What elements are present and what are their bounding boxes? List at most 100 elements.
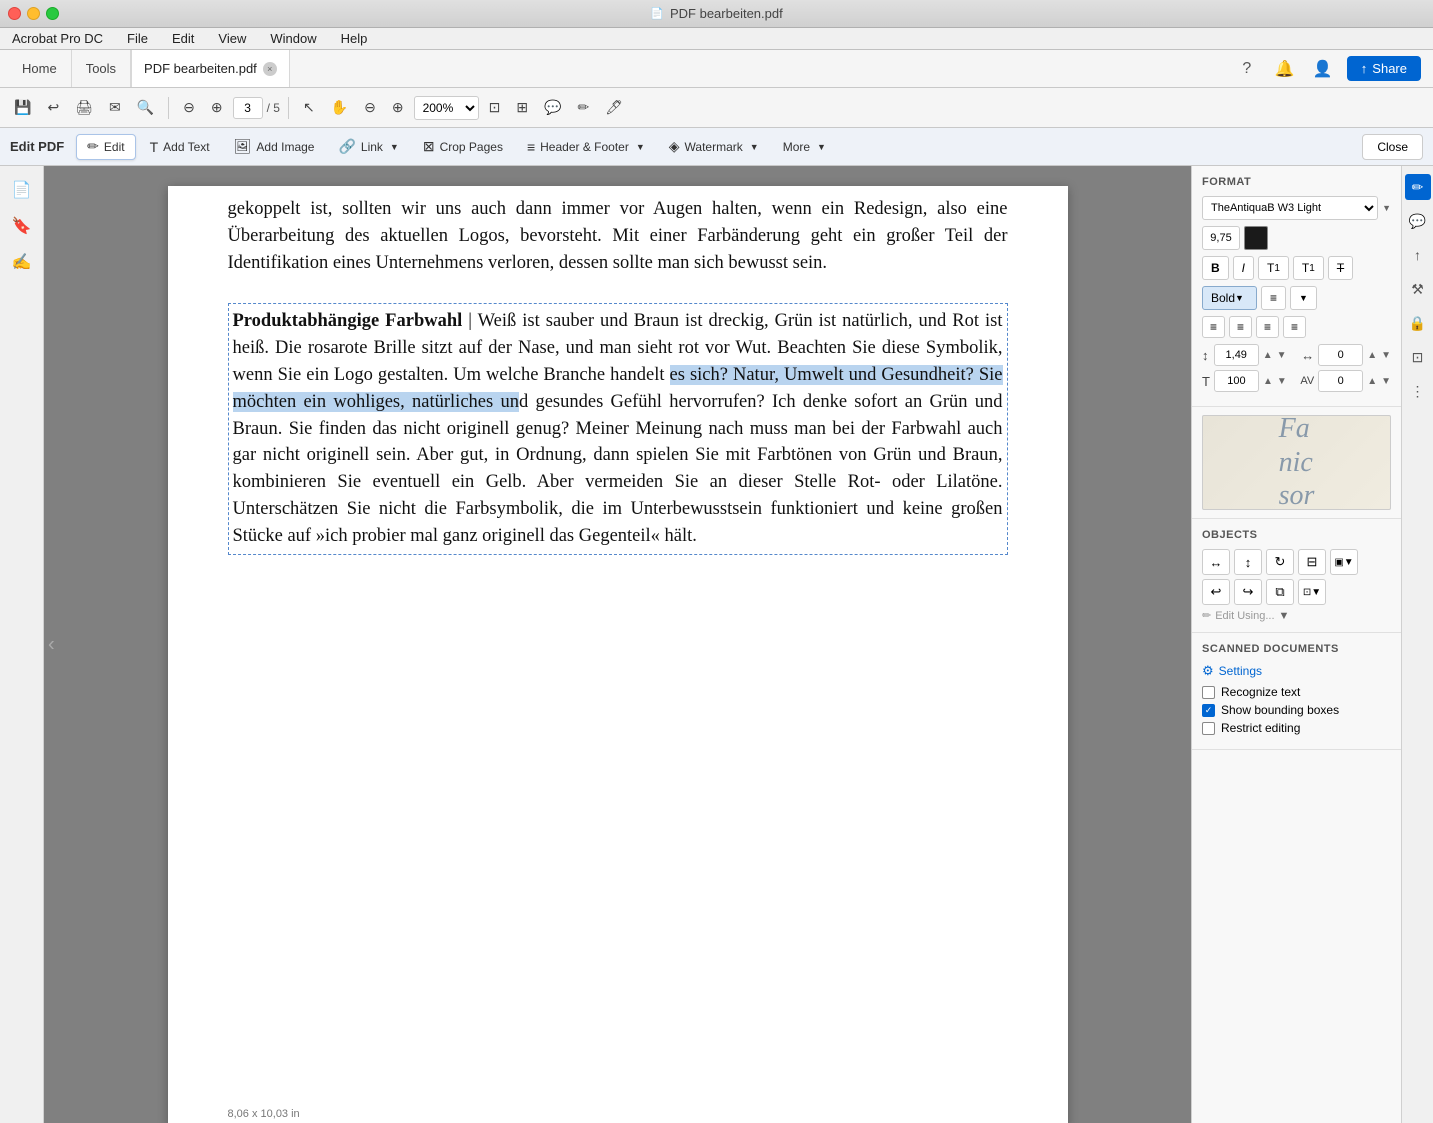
- replace-button[interactable]: ▣▼: [1330, 549, 1358, 575]
- tab-close-button[interactable]: ×: [263, 62, 277, 76]
- edit-button[interactable]: ✏ Edit: [76, 134, 135, 160]
- bold-button[interactable]: B: [1202, 256, 1229, 280]
- char-spacing-input[interactable]: [1318, 344, 1363, 366]
- line-spacing-up-arrow[interactable]: ▲: [1263, 350, 1273, 361]
- zoom-out-button[interactable]: ⊖: [358, 94, 382, 122]
- hand-tool[interactable]: ✋: [325, 94, 354, 122]
- zoom-in-button[interactable]: ⊕: [386, 94, 410, 122]
- fit-width-button[interactable]: ⊞: [510, 94, 534, 122]
- superscript-button[interactable]: T1: [1258, 256, 1289, 280]
- distribute-button[interactable]: ⊡▼: [1298, 579, 1326, 605]
- minimize-window-button[interactable]: [27, 7, 40, 20]
- arrange-button[interactable]: ⧉: [1266, 579, 1294, 605]
- close-window-button[interactable]: [8, 7, 21, 20]
- line-spacing-down-arrow[interactable]: ▼: [1277, 350, 1287, 361]
- print-button[interactable]: 🖨: [69, 94, 99, 122]
- flip-vertical-button[interactable]: ↕: [1234, 549, 1262, 575]
- crop-pages-button[interactable]: ⊠ Crop Pages: [413, 134, 513, 160]
- search-button[interactable]: 🔍: [131, 94, 160, 122]
- user-avatar[interactable]: 👤: [1309, 55, 1337, 83]
- av-input[interactable]: [1318, 370, 1363, 392]
- pen-button[interactable]: ✏: [571, 94, 595, 122]
- next-page-button[interactable]: ⊕: [205, 94, 229, 122]
- watermark-button[interactable]: ◈ Watermark ▼: [659, 134, 769, 160]
- av-up-arrow[interactable]: ▲: [1367, 376, 1377, 387]
- scale-up-arrow[interactable]: ▲: [1263, 376, 1273, 387]
- align-left-button[interactable]: ≡: [1202, 316, 1225, 338]
- fit-page-button[interactable]: ⊡: [483, 94, 507, 122]
- crop-button[interactable]: ⊟: [1298, 549, 1326, 575]
- show-bounding-boxes-checkbox[interactable]: ✓: [1202, 704, 1215, 717]
- settings-gear-icon: ⚙: [1202, 663, 1214, 679]
- right-icon-tools[interactable]: ⚒: [1405, 276, 1431, 302]
- scale-down-arrow[interactable]: ▼: [1277, 376, 1287, 387]
- tab-home[interactable]: Home: [8, 50, 72, 87]
- char-spacing-up-arrow[interactable]: ▲: [1367, 350, 1377, 361]
- right-icon-scan[interactable]: ⊡: [1405, 344, 1431, 370]
- comment-button[interactable]: 💬: [538, 94, 567, 122]
- settings-button[interactable]: ⚙ Settings: [1202, 663, 1262, 679]
- help-icon[interactable]: ?: [1233, 55, 1261, 83]
- link-button[interactable]: 🔗 Link ▼: [328, 134, 408, 160]
- menu-edit[interactable]: Edit: [168, 30, 198, 47]
- right-icon-edit[interactable]: ✏: [1405, 174, 1431, 200]
- menu-help[interactable]: Help: [337, 30, 372, 47]
- tab-document[interactable]: PDF bearbeiten.pdf ×: [131, 50, 290, 87]
- av-down-arrow[interactable]: ▼: [1381, 376, 1391, 387]
- strikethrough-button[interactable]: T: [1328, 256, 1353, 280]
- more-button[interactable]: More ▼: [773, 134, 836, 160]
- list-style-button[interactable]: ≡: [1261, 286, 1286, 310]
- font-family-select[interactable]: TheAntiquaB W3 Light: [1202, 196, 1378, 220]
- sidebar-signatures-icon[interactable]: ✍: [6, 246, 38, 278]
- sidebar-bookmarks-icon[interactable]: 🔖: [6, 210, 38, 242]
- align-center-button[interactable]: ≡: [1229, 316, 1252, 338]
- text-selection-box[interactable]: Produktabhängige Farbwahl | Weiß ist sau…: [228, 303, 1008, 554]
- right-icon-protect[interactable]: 🔒: [1405, 310, 1431, 336]
- restrict-editing-checkbox[interactable]: [1202, 722, 1215, 735]
- menu-window[interactable]: Window: [266, 30, 320, 47]
- menu-view[interactable]: View: [214, 30, 250, 47]
- subscript-button[interactable]: T1: [1293, 256, 1324, 280]
- char-spacing-down-arrow[interactable]: ▼: [1381, 350, 1391, 361]
- add-image-button[interactable]: 🖼 Add Image: [224, 134, 325, 160]
- page-text-content[interactable]: gekoppelt ist, sollten wir uns auch dann…: [228, 186, 1008, 555]
- add-text-button[interactable]: T Add Text: [140, 134, 220, 160]
- header-footer-button[interactable]: ≡ Header & Footer ▼: [517, 134, 655, 160]
- font-size-input[interactable]: [1202, 226, 1240, 250]
- right-icon-more[interactable]: ⋮: [1405, 378, 1431, 404]
- line-spacing-input[interactable]: [1214, 344, 1259, 366]
- select-tool[interactable]: ↖: [297, 94, 321, 122]
- rotate-button[interactable]: ↻: [1266, 549, 1294, 575]
- zoom-select[interactable]: 200% 150% 100% 75%: [414, 96, 479, 120]
- edit-using-dropdown-icon[interactable]: ▼: [1279, 610, 1290, 622]
- sidebar-pages-icon[interactable]: 📄: [6, 174, 38, 206]
- scale-input[interactable]: [1214, 370, 1259, 392]
- align-right-button[interactable]: ≡: [1256, 316, 1279, 338]
- right-icon-comment[interactable]: 💬: [1405, 208, 1431, 234]
- save-button[interactable]: 💾: [8, 94, 37, 122]
- email-button[interactable]: ✉: [103, 94, 127, 122]
- right-icon-share[interactable]: ↑: [1405, 242, 1431, 268]
- undo-obj-button[interactable]: ↩: [1202, 579, 1230, 605]
- prev-page-button[interactable]: ⊖: [177, 94, 201, 122]
- align-justify-button[interactable]: ≡: [1283, 316, 1306, 338]
- menu-acrobat[interactable]: Acrobat Pro DC: [8, 30, 107, 47]
- maximize-window-button[interactable]: [46, 7, 59, 20]
- menu-file[interactable]: File: [123, 30, 152, 47]
- scroll-left-arrow[interactable]: ‹: [48, 633, 55, 656]
- close-button[interactable]: Close: [1362, 134, 1423, 160]
- text-color-swatch[interactable]: [1244, 226, 1268, 250]
- flip-horizontal-button[interactable]: ↔: [1202, 549, 1230, 575]
- undo-button[interactable]: ↩: [41, 94, 65, 122]
- share-button[interactable]: ↑ Share: [1347, 56, 1421, 81]
- recognize-text-checkbox[interactable]: [1202, 686, 1215, 699]
- list-dropdown-button[interactable]: ▼: [1290, 286, 1317, 310]
- tab-tools[interactable]: Tools: [72, 50, 131, 87]
- italic-button[interactable]: I: [1233, 256, 1254, 280]
- redo-obj-button[interactable]: ↪: [1234, 579, 1262, 605]
- page-thumbnail[interactable]: Fanicsor: [1202, 415, 1391, 510]
- redact-button[interactable]: 🖊: [599, 94, 629, 122]
- paragraph-style-select[interactable]: Bold ▼: [1202, 286, 1257, 310]
- page-number-input[interactable]: [233, 97, 263, 119]
- notification-icon[interactable]: 🔔: [1271, 55, 1299, 83]
